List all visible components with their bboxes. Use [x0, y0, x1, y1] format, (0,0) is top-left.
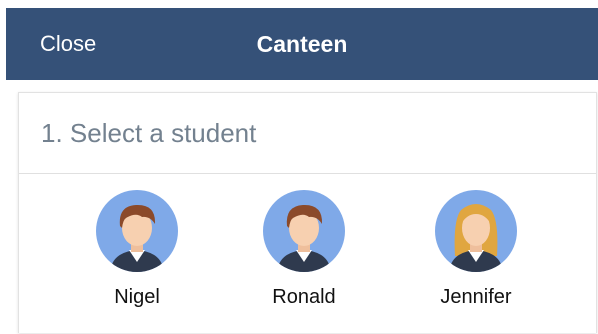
student-item-jennifer[interactable]: Jennifer [406, 190, 546, 309]
section-title: 1. Select a student [19, 93, 596, 174]
student-selection-card: 1. Select a student Nigel Ronald Jennife… [18, 92, 597, 333]
top-navigation-bar: Close Canteen [6, 8, 598, 80]
student-name: Nigel [114, 286, 160, 308]
boy-avatar-icon [96, 190, 178, 272]
student-item-nigel[interactable]: Nigel [67, 190, 207, 309]
student-item-ronald[interactable]: Ronald [234, 190, 374, 309]
page-title: Canteen [256, 31, 348, 57]
student-name: Ronald [272, 286, 336, 308]
student-list: Nigel Ronald Jennifer [19, 174, 596, 334]
boy-avatar-icon [263, 190, 345, 272]
student-name: Jennifer [440, 286, 512, 308]
girl-avatar-icon [435, 190, 517, 272]
